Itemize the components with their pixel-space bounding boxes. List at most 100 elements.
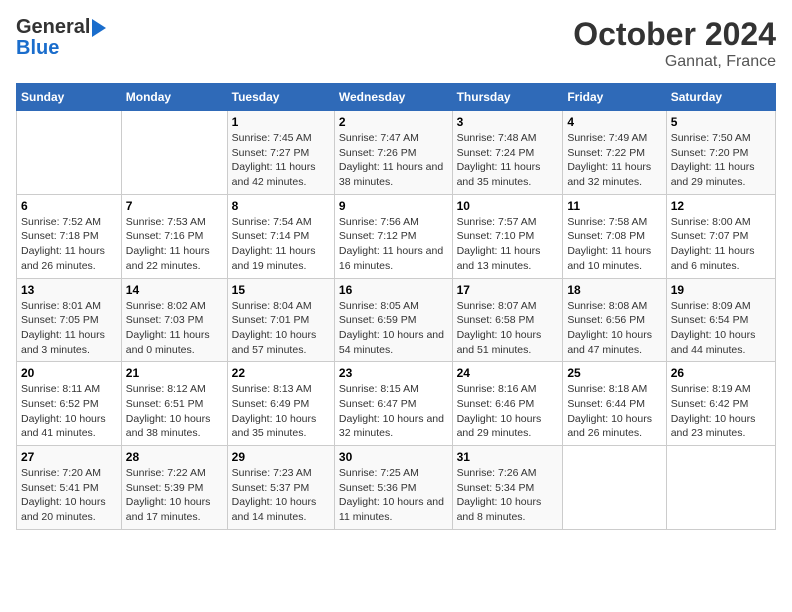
calendar-cell: 3 Sunrise: 7:48 AMSunset: 7:24 PMDaylight… <box>452 111 563 195</box>
day-number: 6 <box>21 199 117 213</box>
day-info: Sunrise: 8:12 AMSunset: 6:51 PMDaylight:… <box>126 382 223 441</box>
calendar-cell: 15 Sunrise: 8:04 AMSunset: 7:01 PMDayligh… <box>227 278 334 362</box>
calendar-cell: 22Sunrise: 8:13 AMSunset: 6:49 PMDayligh… <box>227 362 334 446</box>
day-info: Sunrise: 7:45 AMSunset: 7:27 PMDaylight:… <box>232 131 330 190</box>
day-number: 26 <box>671 366 771 380</box>
calendar-header-row: Sunday Monday Tuesday Wednesday Thursday… <box>17 84 776 111</box>
calendar-cell: 8 Sunrise: 7:54 AMSunset: 7:14 PMDaylight… <box>227 194 334 278</box>
day-number: 5 <box>671 115 771 129</box>
calendar-week-row: 1 Sunrise: 7:45 AMSunset: 7:27 PMDaylight… <box>17 111 776 195</box>
day-number: 13 <box>21 283 117 297</box>
calendar-table: Sunday Monday Tuesday Wednesday Thursday… <box>16 83 776 530</box>
calendar-cell: 21Sunrise: 8:12 AMSunset: 6:51 PMDayligh… <box>121 362 227 446</box>
day-info: Sunrise: 8:16 AMSunset: 6:46 PMDaylight:… <box>457 382 559 441</box>
day-info: Sunrise: 8:08 AMSunset: 6:56 PMDaylight:… <box>567 299 661 358</box>
day-info: Sunrise: 7:49 AMSunset: 7:22 PMDaylight:… <box>567 131 661 190</box>
day-number: 15 <box>232 283 330 297</box>
day-info: Sunrise: 7:48 AMSunset: 7:24 PMDaylight:… <box>457 131 559 190</box>
day-number: 7 <box>126 199 223 213</box>
calendar-cell: 26 Sunrise: 8:19 AMSunset: 6:42 PMDayligh… <box>666 362 775 446</box>
day-number: 8 <box>232 199 330 213</box>
day-info: Sunrise: 7:52 AMSunset: 7:18 PMDaylight:… <box>21 215 117 274</box>
day-number: 12 <box>671 199 771 213</box>
day-info: Sunrise: 8:04 AMSunset: 7:01 PMDaylight:… <box>232 299 330 358</box>
calendar-subtitle: Gannat, France <box>573 53 776 71</box>
day-info: Sunrise: 8:00 AMSunset: 7:07 PMDaylight:… <box>671 215 771 274</box>
calendar-week-row: 27Sunrise: 7:20 AMSunset: 5:41 PMDayligh… <box>17 446 776 530</box>
page-header: General Blue October 2024 Gannat, France <box>16 16 776 71</box>
header-thursday: Thursday <box>452 84 563 111</box>
header-monday: Monday <box>121 84 227 111</box>
day-info: Sunrise: 8:02 AMSunset: 7:03 PMDaylight:… <box>126 299 223 358</box>
day-info: Sunrise: 7:56 AMSunset: 7:12 PMDaylight:… <box>339 215 448 274</box>
calendar-cell: 27Sunrise: 7:20 AMSunset: 5:41 PMDayligh… <box>17 446 122 530</box>
day-number: 23 <box>339 366 448 380</box>
day-info: Sunrise: 8:09 AMSunset: 6:54 PMDaylight:… <box>671 299 771 358</box>
header-friday: Friday <box>563 84 666 111</box>
calendar-cell: 16 Sunrise: 8:05 AMSunset: 6:59 PMDayligh… <box>334 278 452 362</box>
day-number: 9 <box>339 199 448 213</box>
calendar-cell: 2 Sunrise: 7:47 AMSunset: 7:26 PMDaylight… <box>334 111 452 195</box>
calendar-cell: 12 Sunrise: 8:00 AMSunset: 7:07 PMDayligh… <box>666 194 775 278</box>
day-number: 16 <box>339 283 448 297</box>
header-tuesday: Tuesday <box>227 84 334 111</box>
calendar-cell: 9 Sunrise: 7:56 AMSunset: 7:12 PMDaylight… <box>334 194 452 278</box>
calendar-week-row: 6 Sunrise: 7:52 AMSunset: 7:18 PMDaylight… <box>17 194 776 278</box>
calendar-title: October 2024 <box>573 16 776 53</box>
day-number: 24 <box>457 366 559 380</box>
calendar-cell: 1 Sunrise: 7:45 AMSunset: 7:27 PMDaylight… <box>227 111 334 195</box>
calendar-cell: 31Sunrise: 7:26 AMSunset: 5:34 PMDayligh… <box>452 446 563 530</box>
day-info: Sunrise: 7:20 AMSunset: 5:41 PMDaylight:… <box>21 466 117 525</box>
calendar-cell: 11Sunrise: 7:58 AMSunset: 7:08 PMDayligh… <box>563 194 666 278</box>
calendar-cell: 23 Sunrise: 8:15 AMSunset: 6:47 PMDayligh… <box>334 362 452 446</box>
day-number: 19 <box>671 283 771 297</box>
day-number: 3 <box>457 115 559 129</box>
day-info: Sunrise: 7:57 AMSunset: 7:10 PMDaylight:… <box>457 215 559 274</box>
day-info: Sunrise: 8:01 AMSunset: 7:05 PMDaylight:… <box>21 299 117 358</box>
calendar-cell: 6 Sunrise: 7:52 AMSunset: 7:18 PMDaylight… <box>17 194 122 278</box>
day-info: Sunrise: 7:54 AMSunset: 7:14 PMDaylight:… <box>232 215 330 274</box>
calendar-cell: 7Sunrise: 7:53 AMSunset: 7:16 PMDaylight… <box>121 194 227 278</box>
logo-arrow-icon <box>92 19 106 37</box>
calendar-cell: 18 Sunrise: 8:08 AMSunset: 6:56 PMDayligh… <box>563 278 666 362</box>
day-info: Sunrise: 8:11 AMSunset: 6:52 PMDaylight:… <box>21 382 117 441</box>
calendar-cell: 25 Sunrise: 8:18 AMSunset: 6:44 PMDayligh… <box>563 362 666 446</box>
day-number: 30 <box>339 450 448 464</box>
logo-blue: Blue <box>16 37 59 60</box>
day-number: 17 <box>457 283 559 297</box>
day-info: Sunrise: 8:07 AMSunset: 6:58 PMDaylight:… <box>457 299 559 358</box>
day-number: 1 <box>232 115 330 129</box>
calendar-cell <box>563 446 666 530</box>
calendar-week-row: 13 Sunrise: 8:01 AMSunset: 7:05 PMDayligh… <box>17 278 776 362</box>
day-number: 10 <box>457 199 559 213</box>
calendar-cell: 28 Sunrise: 7:22 AMSunset: 5:39 PMDayligh… <box>121 446 227 530</box>
calendar-cell: 10 Sunrise: 7:57 AMSunset: 7:10 PMDayligh… <box>452 194 563 278</box>
day-info: Sunrise: 7:26 AMSunset: 5:34 PMDaylight:… <box>457 466 559 525</box>
day-info: Sunrise: 7:47 AMSunset: 7:26 PMDaylight:… <box>339 131 448 190</box>
day-number: 4 <box>567 115 661 129</box>
day-info: Sunrise: 8:15 AMSunset: 6:47 PMDaylight:… <box>339 382 448 441</box>
day-info: Sunrise: 7:22 AMSunset: 5:39 PMDaylight:… <box>126 466 223 525</box>
calendar-cell <box>666 446 775 530</box>
day-info: Sunrise: 7:23 AMSunset: 5:37 PMDaylight:… <box>232 466 330 525</box>
calendar-week-row: 20Sunrise: 8:11 AMSunset: 6:52 PMDayligh… <box>17 362 776 446</box>
header-saturday: Saturday <box>666 84 775 111</box>
calendar-cell: 30Sunrise: 7:25 AMSunset: 5:36 PMDayligh… <box>334 446 452 530</box>
day-number: 29 <box>232 450 330 464</box>
calendar-cell: 29 Sunrise: 7:23 AMSunset: 5:37 PMDayligh… <box>227 446 334 530</box>
day-number: 11 <box>567 199 661 213</box>
day-number: 28 <box>126 450 223 464</box>
calendar-cell: 19 Sunrise: 8:09 AMSunset: 6:54 PMDayligh… <box>666 278 775 362</box>
calendar-cell: 4 Sunrise: 7:49 AMSunset: 7:22 PMDaylight… <box>563 111 666 195</box>
calendar-cell: 5Sunrise: 7:50 AMSunset: 7:20 PMDaylight… <box>666 111 775 195</box>
day-number: 2 <box>339 115 448 129</box>
day-info: Sunrise: 8:05 AMSunset: 6:59 PMDaylight:… <box>339 299 448 358</box>
calendar-cell <box>121 111 227 195</box>
day-number: 18 <box>567 283 661 297</box>
calendar-cell <box>17 111 122 195</box>
logo-general: General <box>16 16 90 39</box>
day-number: 25 <box>567 366 661 380</box>
day-info: Sunrise: 8:19 AMSunset: 6:42 PMDaylight:… <box>671 382 771 441</box>
day-number: 14 <box>126 283 223 297</box>
day-info: Sunrise: 8:18 AMSunset: 6:44 PMDaylight:… <box>567 382 661 441</box>
